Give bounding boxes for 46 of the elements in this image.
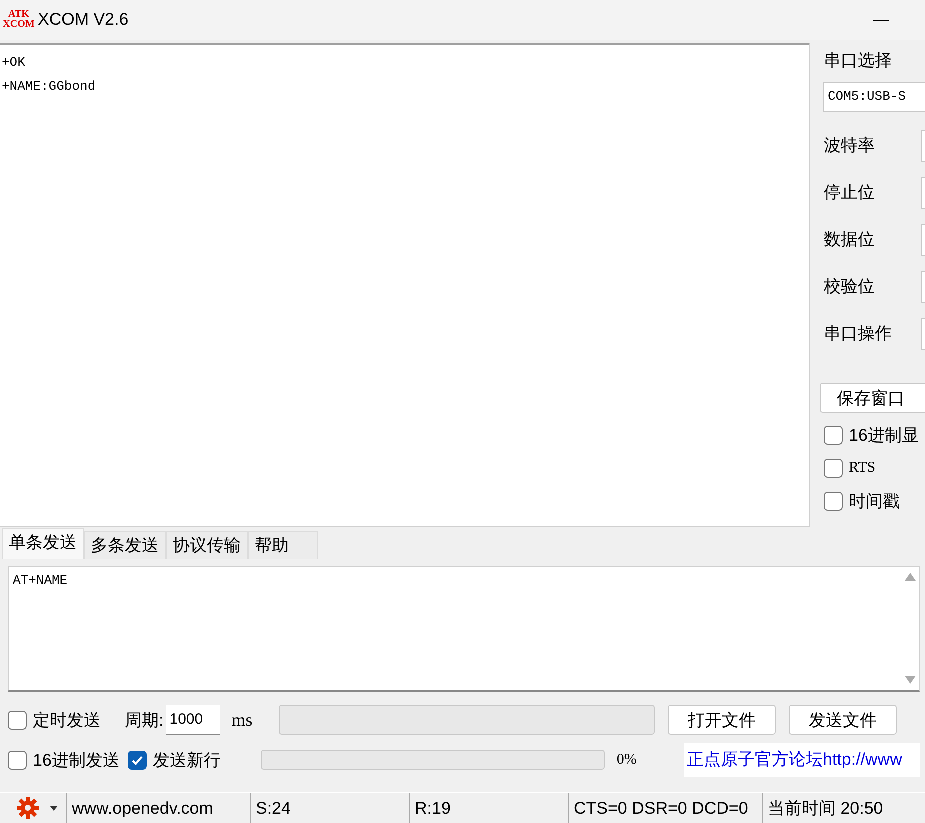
check-icon [130,754,144,766]
tab[interactable]: 帮助 [248,531,318,559]
period-field[interactable]: 1000 [166,705,220,735]
checkbox[interactable] [824,492,843,511]
checkbox-label: 16进制显 [849,425,919,447]
checkbox[interactable] [824,426,843,445]
setting-label: 校验位 [824,276,875,298]
scroll-up-icon[interactable] [905,573,916,581]
port-label: 串口选择 [824,50,893,72]
port-dropdown[interactable]: COM5:USB-S [823,82,925,112]
setting-label: 波特率 [824,134,875,156]
tab[interactable]: 多条发送 [84,531,166,559]
checkbox-label: 16进制发送 [33,750,120,772]
progress-reading: 0% [616,752,637,768]
file-path-field[interactable] [278,705,655,735]
tab[interactable]: 协议传输 [166,531,248,559]
checkbox-label: 时间戳 [849,491,900,513]
received-line: +NAME:GGbond [2,78,97,96]
window-title: XCOM V2.6 [38,10,129,30]
received-line: +OK [2,54,26,72]
tab[interactable]: 单条发送 [2,528,84,559]
caret-icon[interactable] [50,806,58,810]
line-status: CTS=0 DSR=0 DCD=0 [568,792,762,823]
send-file-button[interactable]: 发送文件 [788,705,897,735]
checkbox[interactable] [8,710,27,730]
period-label: 周期: [125,710,164,732]
open-file-button[interactable]: 打开文件 [668,705,776,735]
current-time: 当前时间 20:50 [762,792,925,823]
website-label: www.openedv.com [66,792,250,823]
checkbox-label: 发送新行 [152,750,221,772]
unit-label: ms [232,710,253,730]
gear-icon[interactable] [16,796,40,820]
checkbox[interactable] [824,459,843,478]
save-window-button[interactable]: 保存窗口 [820,383,925,413]
setting-label: 串口操作 [824,322,892,344]
setting-label: 停止位 [824,182,875,204]
forum-link[interactable]: 正点原子官方论坛http://www [684,743,920,777]
send-field[interactable]: AT+NAME [8,566,920,692]
checkbox[interactable] [8,750,27,770]
setting-label: 数据位 [824,228,875,250]
checkbox-label: RTS [849,460,876,477]
sent-count: S:24 [250,792,409,823]
checkbox[interactable] [128,750,147,770]
checkbox-label: 定时发送 [33,710,101,732]
received-count: R:19 [409,792,568,823]
scroll-down-icon[interactable] [905,676,916,684]
